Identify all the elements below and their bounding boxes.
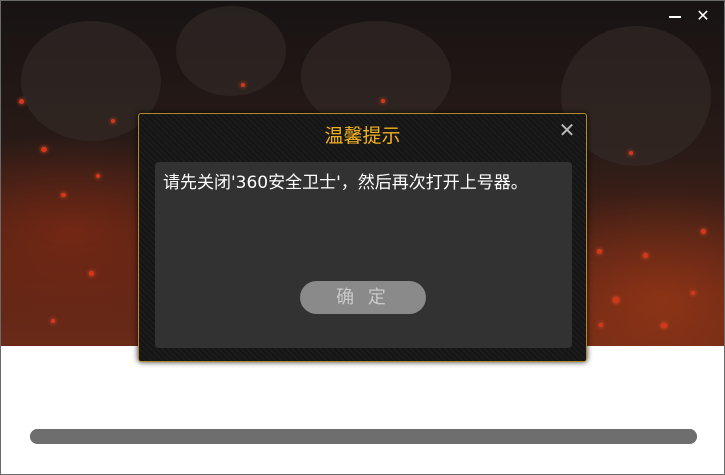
ember	[51, 319, 55, 323]
ember	[41, 147, 47, 152]
close-icon: ✕	[558, 118, 576, 142]
close-icon: ✕	[696, 6, 710, 25]
ember	[61, 193, 66, 197]
confirm-button[interactable]: 确 定	[300, 281, 426, 314]
ember	[599, 323, 603, 327]
ember	[19, 99, 24, 104]
ember	[701, 229, 706, 234]
minimize-icon	[669, 16, 681, 18]
soldier-silhouette	[176, 6, 286, 96]
warning-dialog: 温馨提示 ✕ 请先关闭'360安全卫士'，然后再次打开上号器。 确 定	[138, 113, 587, 362]
dialog-close-button[interactable]: ✕	[557, 120, 577, 140]
dialog-title: 温馨提示	[324, 125, 401, 147]
ember	[597, 249, 602, 254]
progress-bar	[30, 429, 697, 444]
ember	[96, 174, 100, 178]
launcher-window: ✕ 温馨提示 ✕ 请先关闭'360安全卫士'，然后再次打开上号器。 确 定	[0, 0, 725, 475]
ember	[381, 99, 385, 103]
message-text: 请先关闭'360安全卫士'，然后再次打开上号器。	[163, 173, 528, 193]
ember	[643, 253, 648, 258]
ember	[629, 151, 633, 155]
ember	[613, 297, 619, 303]
ember	[661, 323, 667, 328]
progress-fill	[30, 429, 697, 444]
minimize-button[interactable]	[665, 6, 685, 26]
window-close-button[interactable]: ✕	[693, 6, 713, 26]
ember	[241, 83, 245, 87]
ember	[691, 291, 695, 295]
message-panel: 请先关闭'360安全卫士'，然后再次打开上号器。 确 定	[155, 162, 572, 348]
ember	[111, 119, 115, 123]
ember	[89, 271, 94, 276]
